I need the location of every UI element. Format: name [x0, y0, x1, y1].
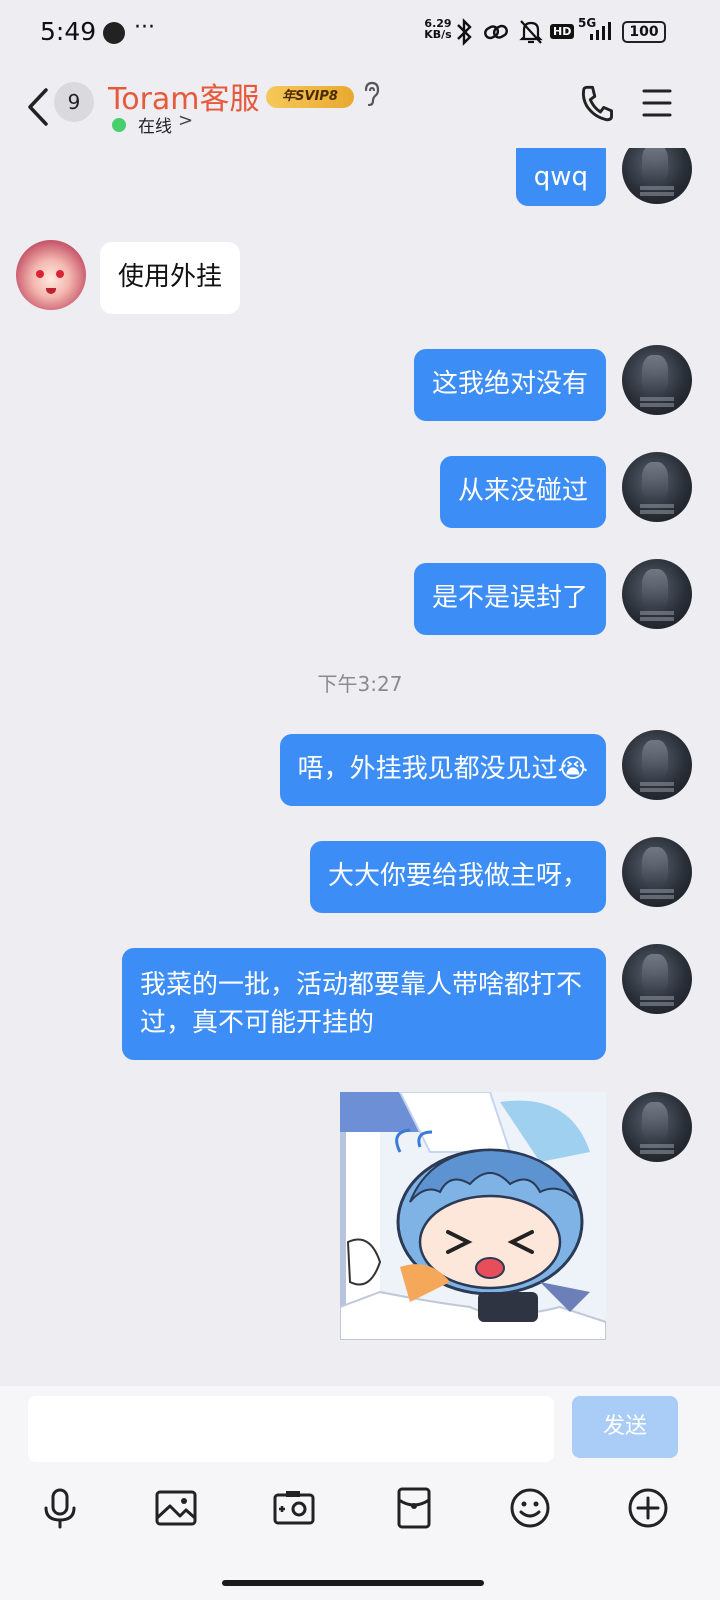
- sticker-image[interactable]: [340, 1092, 606, 1340]
- back-icon-overlay[interactable]: [24, 86, 54, 128]
- message-bubble-other[interactable]: 使用外挂: [100, 242, 241, 314]
- ear-icon-overlay: [364, 81, 380, 107]
- send-button[interactable]: 发送: [572, 1396, 678, 1458]
- self-avatar[interactable]: [622, 452, 692, 522]
- header-overlay: 9 Toram客服 年SVIP8 在线 >: [0, 64, 720, 148]
- plus-icon[interactable]: [626, 1486, 670, 1530]
- red-packet-icon[interactable]: [392, 1486, 436, 1530]
- message-bubble-self[interactable]: 这我绝对没有: [413, 349, 606, 421]
- hd-icon-overlay: HD: [550, 24, 575, 39]
- unread-count-badge-overlay[interactable]: 9: [54, 82, 94, 122]
- message-bubble-self[interactable]: 我菜的一批，活动都要靠人带啥都打不过，真不可能开挂的: [122, 948, 606, 1060]
- home-indicator[interactable]: [222, 1580, 484, 1586]
- self-avatar[interactable]: [622, 1092, 692, 1162]
- signal-icon-overlay: [590, 22, 611, 40]
- bluetooth-icon-overlay: [457, 18, 472, 46]
- notification-dot-icon-overlay: [103, 22, 125, 44]
- time-separator: 下午3:27: [317, 672, 403, 696]
- link-icon-overlay: [484, 24, 508, 40]
- photo-icon[interactable]: [154, 1486, 198, 1530]
- mute-bell-icon-overlay: [519, 20, 543, 44]
- self-avatar[interactable]: [622, 345, 692, 415]
- status-more-overlay: ···: [134, 15, 155, 40]
- net-speed-unit-overlay: KB/s: [424, 28, 452, 41]
- mic-icon[interactable]: [38, 1486, 82, 1530]
- message-bubble-self[interactable]: 是不是误封了: [413, 563, 606, 635]
- online-status-text-overlay[interactable]: 在线: [138, 112, 172, 137]
- self-avatar[interactable]: [622, 944, 692, 1014]
- menu-icon-overlay[interactable]: [642, 88, 672, 118]
- self-avatar[interactable]: [622, 730, 692, 800]
- net-speed-overlay: 6.29 KB/s: [418, 18, 458, 40]
- chevron-right-icon-overlay[interactable]: >: [178, 110, 193, 131]
- message-bubble-self[interactable]: qwq: [515, 138, 606, 206]
- svip-badge-overlay[interactable]: 年SVIP8: [266, 86, 354, 108]
- self-avatar[interactable]: [622, 837, 692, 907]
- sticker-chibi-character: [340, 1092, 606, 1340]
- status-bar-overlay: 5:49 ··· 6.29 KB/s HD 5G 100: [0, 0, 720, 64]
- contact-avatar[interactable]: [16, 240, 86, 310]
- phone-call-icon-overlay[interactable]: [580, 84, 614, 122]
- battery-icon-overlay: 100: [622, 21, 666, 43]
- status-time-overlay: 5:49: [40, 17, 97, 46]
- message-bubble-self[interactable]: 从来没碰过: [439, 456, 606, 528]
- online-status-dot-overlay: [112, 118, 126, 132]
- message-bubble-self[interactable]: 唔，外挂我见都没见过😭: [279, 734, 606, 806]
- message-input[interactable]: [28, 1396, 554, 1462]
- message-bubble-self[interactable]: 大大你要给我做主呀，: [309, 841, 606, 913]
- self-avatar[interactable]: [622, 559, 692, 629]
- camera-icon[interactable]: [272, 1486, 316, 1530]
- emoji-icon[interactable]: [508, 1486, 552, 1530]
